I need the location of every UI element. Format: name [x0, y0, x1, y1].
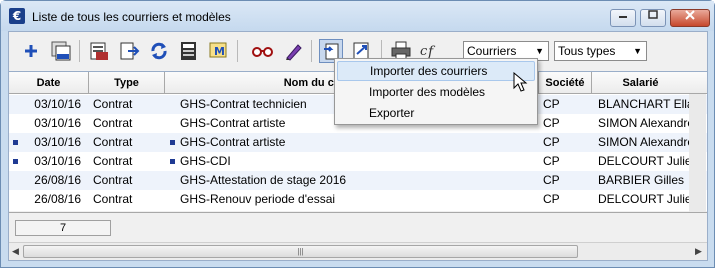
view-button[interactable]: [251, 39, 275, 63]
cell-salarie: BLANCHART Ella: [598, 97, 689, 111]
duplicate-icon: [51, 41, 71, 61]
mouse-cursor-icon: [513, 72, 528, 92]
cell-nom: GHS-Renouv periode d'essai: [180, 192, 336, 206]
close-button[interactable]: [670, 9, 710, 27]
type-select-value: Tous types: [558, 44, 616, 58]
app-icon: €: [9, 8, 25, 24]
print-preview-icon: [90, 42, 108, 60]
window-title: Liste de tous les courriers et modèles: [32, 10, 231, 24]
chevron-down-icon: ▼: [633, 46, 642, 56]
export-button[interactable]: [117, 39, 141, 63]
cell-type: Contrat: [93, 173, 133, 187]
table-row[interactable]: 26/08/16 Contrat GHS-Attestation de stag…: [9, 171, 707, 190]
cell-societe: CP: [543, 154, 560, 168]
vertical-scrollbar[interactable]: [689, 94, 706, 212]
toolbar-separator: [311, 40, 312, 62]
cell-nom: GHS-CDI: [180, 154, 231, 168]
cell-date: 03/10/16: [34, 135, 81, 149]
toolbar-separator: [79, 40, 80, 62]
column-header-type[interactable]: Type: [89, 72, 165, 94]
maximize-icon: [648, 10, 658, 19]
cell-societe: CP: [543, 97, 560, 111]
minimize-icon: [619, 16, 627, 18]
mail-merge-button[interactable]: M: [207, 39, 231, 63]
table-row[interactable]: 26/08/16 Contrat GHS-Renouv periode d'es…: [9, 190, 707, 209]
export-icon: [120, 42, 140, 60]
record-count: 7: [15, 220, 111, 236]
cell-type: Contrat: [93, 97, 133, 111]
column-header-date[interactable]: Date: [9, 72, 89, 94]
cell-nom: GHS-Contrat artiste: [180, 135, 286, 149]
glasses-icon: [252, 47, 273, 57]
cell-date: 03/10/16: [34, 97, 81, 111]
cell-salarie: DELCOURT Julie: [598, 154, 689, 168]
title-bar[interactable]: € Liste de tous les courriers et modèles: [1, 1, 714, 31]
toolbar-separator: [237, 40, 238, 62]
import-context-menu: Importer des courriers Importer des modè…: [334, 58, 538, 125]
cell-societe: CP: [543, 192, 560, 206]
cell-date: 26/08/16: [34, 173, 81, 187]
cell-type: Contrat: [93, 135, 133, 149]
edit-button[interactable]: [281, 39, 305, 63]
menu-item-importer-modeles[interactable]: Importer des modèles: [337, 82, 535, 102]
type-select[interactable]: Tous types ▼: [554, 41, 647, 61]
duplicate-button[interactable]: [49, 39, 73, 63]
refresh-icon: [151, 42, 167, 60]
svg-text:M: M: [214, 45, 225, 58]
cell-societe: CP: [543, 135, 560, 149]
grip-icon: |||: [297, 247, 304, 256]
calculator-button[interactable]: [177, 39, 201, 63]
menu-item-exporter[interactable]: Exporter: [337, 103, 535, 123]
menu-item-importer-courriers[interactable]: Importer des courriers: [337, 61, 535, 81]
column-header-salarie[interactable]: Salarié: [592, 72, 689, 94]
scrollbar-thumb[interactable]: |||: [23, 245, 578, 258]
main-window: € Liste de tous les courriers et modèles: [0, 0, 715, 268]
pencil-icon: [286, 44, 302, 61]
table-row[interactable]: 03/10/16 Contrat GHS-Contrat artiste CP …: [9, 133, 707, 152]
scroll-left-icon[interactable]: ◀: [12, 246, 19, 257]
horizontal-scrollbar[interactable]: ◀ ||| ▶: [9, 242, 707, 260]
table-row[interactable]: 03/10/16 Contrat GHS-CDI CP DELCOURT Jul…: [9, 152, 707, 171]
cell-type: Contrat: [93, 154, 133, 168]
status-area: 7: [9, 212, 707, 242]
refresh-button[interactable]: [147, 39, 171, 63]
cell-date: 26/08/16: [34, 192, 81, 206]
minimize-button[interactable]: [610, 9, 636, 27]
calculator-icon: [181, 42, 196, 60]
cell-nom: GHS-Attestation de stage 2016: [180, 173, 347, 187]
column-header-societe[interactable]: Société: [539, 72, 592, 94]
plus-icon: [25, 45, 37, 57]
print-preview-button[interactable]: [87, 39, 111, 63]
scroll-right-icon[interactable]: ▶: [695, 246, 702, 257]
add-button[interactable]: [19, 39, 43, 63]
filter-select-value: Courriers: [467, 44, 517, 58]
cell-salarie: DELCOURT Julie: [598, 192, 689, 206]
cell-salarie: SIMON Alexandre: [598, 116, 689, 130]
mail-merge-icon: M: [209, 42, 227, 58]
cell-date: 03/10/16: [34, 154, 81, 168]
cell-date: 03/10/16: [34, 116, 81, 130]
cell-salarie: BARBIER Gilles: [598, 173, 685, 187]
maximize-button[interactable]: [640, 9, 666, 27]
cell-type: Contrat: [93, 116, 133, 130]
cell-salarie: SIMON Alexandre: [598, 135, 689, 149]
svg-text:c: c: [420, 44, 428, 59]
cell-societe: CP: [543, 173, 560, 187]
close-icon: [685, 10, 695, 20]
cell-societe: CP: [543, 116, 560, 130]
cell-type: Contrat: [93, 192, 133, 206]
